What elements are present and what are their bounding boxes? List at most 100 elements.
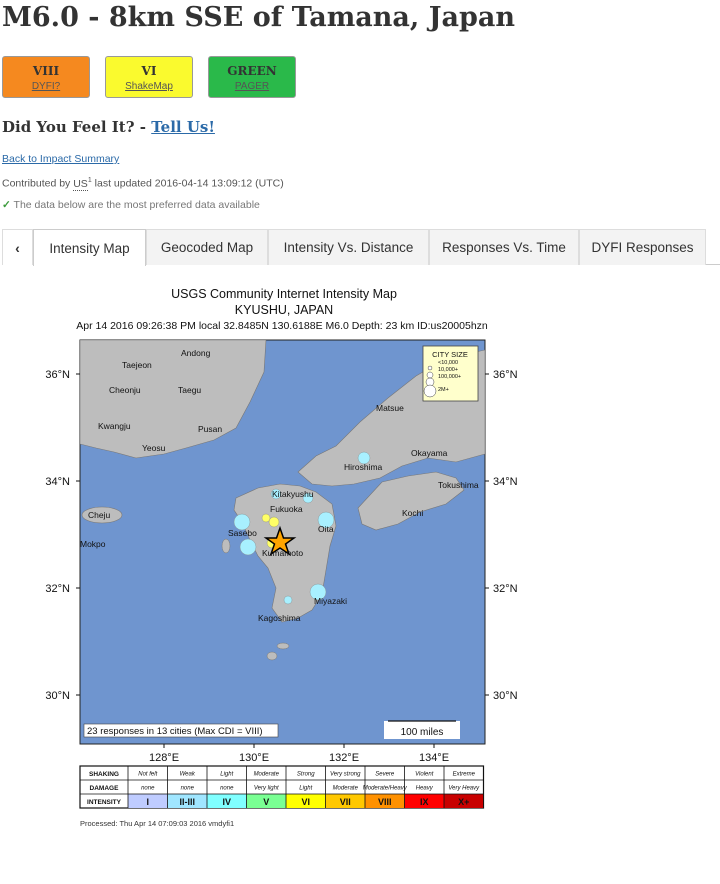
tab-dyfi-responses[interactable]: DYFI Responses (579, 229, 706, 265)
latitude-label-right: 30°N (493, 690, 518, 702)
legend-row-header: DAMAGE (90, 785, 120, 792)
latitude-label-left: 30°N (45, 690, 70, 702)
tab-intensity-vs-distance[interactable]: Intensity Vs. Distance (268, 229, 429, 265)
network-sup: 1 (87, 177, 92, 184)
latitude-label-left: 36°N (45, 369, 70, 381)
city-label: Kitakyushu (272, 489, 314, 499)
tell-us-link[interactable]: Tell Us! (151, 118, 215, 136)
city-size-item: <10,000 (438, 360, 458, 366)
tab-label: Intensity Vs. Distance (283, 240, 414, 255)
legend-cell: Severe (375, 772, 395, 778)
pager-badge[interactable]: GREEN PAGER (208, 56, 296, 98)
city-label: Tokushima (438, 480, 479, 490)
intensity-dot (239, 538, 257, 556)
legend-cell: V (263, 797, 269, 807)
legend-cell: Moderate (254, 772, 280, 778)
map-title: USGS Community Internet Intensity Map (171, 287, 397, 301)
intensity-dot (283, 595, 293, 605)
contributed-line: Contributed by US1 last updated 2016-04-… (2, 177, 284, 191)
legend-cell: Light (220, 772, 233, 778)
city-label: Kumamoto (262, 548, 303, 558)
city-label: Mokpo (80, 539, 106, 549)
tab-responses-vs-time[interactable]: Responses Vs. Time (429, 229, 579, 265)
legend-cell: IX (420, 797, 429, 807)
network-code[interactable]: US (73, 177, 88, 191)
longitude-labels: 128°E 130°E 132°E 134°E (149, 744, 449, 764)
tab-label: Responses Vs. Time (442, 240, 566, 255)
tab-geocoded-map[interactable]: Geocoded Map (146, 229, 268, 265)
latitude-label-left: 34°N (45, 476, 70, 488)
legend-cell: Weak (180, 772, 196, 778)
legend-cell: Not felt (138, 772, 157, 778)
city-label: Cheonju (109, 385, 141, 395)
city-size-item: 100,000+ (438, 374, 461, 380)
legend-cell: none (141, 786, 155, 792)
preferred-text: The data below are the most preferred da… (13, 199, 260, 211)
tab-label: Intensity Map (49, 240, 130, 256)
tab-bar: ‹ Intensity Map Geocoded Map Intensity V… (2, 229, 720, 266)
legend-cell: Very Heavy (448, 786, 480, 792)
dyfi-badge-level: VIII (32, 64, 60, 78)
legend-cell: X+ (458, 797, 469, 807)
city-label: Kwangju (98, 421, 131, 431)
map-region: KYUSHU, JAPAN (235, 303, 333, 317)
legend-cell: none (220, 786, 234, 792)
tab-intensity-map[interactable]: Intensity Map (33, 229, 146, 266)
processed-line: Processed: Thu Apr 14 07:09:03 2016 vmdy… (80, 819, 234, 828)
city-size-legend: CITY SIZE <10,000 10,000+ 100,000+ 2M+ (422, 345, 479, 402)
city-label: Fukuoka (270, 504, 303, 514)
city-label: Yeosu (142, 443, 166, 453)
check-icon: ✓ (2, 199, 11, 211)
legend-cell: II-III (180, 797, 196, 807)
city-label: Kagoshima (258, 613, 301, 623)
shakemap-badge-level: VI (141, 64, 157, 78)
legend-cell: Extreme (453, 772, 476, 778)
tab-label: Geocoded Map (160, 240, 254, 255)
legend-cell: Strong (297, 772, 315, 778)
legend-cell: VI (301, 797, 310, 807)
back-link-row: Back to Impact Summary (2, 153, 119, 165)
city-label: Taejeon (122, 360, 152, 370)
intensity-map-figure: USGS Community Internet Intensity Map KY… (45, 287, 518, 828)
city-label: Taegu (178, 385, 201, 395)
longitude-label: 132°E (329, 752, 359, 764)
latitude-label-right: 34°N (493, 476, 518, 488)
goto-island (221, 538, 231, 554)
intensity-dot (268, 516, 280, 528)
city-label: Matsue (376, 403, 404, 413)
legend-cell: Very light (254, 786, 279, 792)
city-label: Miyazaki (314, 596, 347, 606)
dyfi-heading: Did You Feel It? - Tell Us! (2, 118, 215, 136)
tab-label: DYFI Responses (591, 240, 694, 255)
city-size-item: 10,000+ (438, 367, 458, 373)
tab-scroll-left[interactable]: ‹ (2, 229, 33, 265)
dyfi-question: Did You Feel It? - (2, 118, 146, 136)
city-size-item: 2M+ (438, 387, 449, 393)
city-label: Kochi (402, 508, 423, 518)
city-label: Oita (318, 524, 334, 534)
legend-cell: Moderate (333, 786, 359, 792)
legend-cell: Light (299, 786, 312, 792)
yakushima-island (266, 651, 278, 661)
map-event-line: Apr 14 2016 09:26:38 PM local 32.8485N 1… (76, 320, 488, 332)
latitude-label-right: 36°N (493, 369, 518, 381)
responses-note: 23 responses in 13 cities (Max CDI = VII… (87, 726, 263, 737)
legend-cell: I (146, 797, 149, 807)
intensity-map-panel: USGS Community Internet Intensity Map KY… (36, 272, 548, 884)
longitude-label: 128°E (149, 752, 179, 764)
last-updated: last updated 2016-04-14 13:09:12 (UTC) (94, 177, 284, 190)
longitude-label: 130°E (239, 752, 269, 764)
legend-cell: Violent (415, 772, 434, 778)
tanegashima-island (276, 642, 290, 650)
pager-badge-level: GREEN (227, 64, 277, 78)
dyfi-badge[interactable]: VIII DYFI? (2, 56, 90, 98)
intensity-dot (261, 513, 271, 523)
contributed-prefix: Contributed by (2, 177, 71, 190)
page-title: M6.0 - 8km SSE of Tamana, Japan (2, 2, 515, 33)
legend-row-header: INTENSITY (87, 799, 122, 806)
city-label: Pusan (198, 424, 222, 434)
legend-cell: IV (222, 797, 231, 807)
back-to-impact-summary-link[interactable]: Back to Impact Summary (2, 153, 119, 165)
city-label: Cheju (88, 510, 110, 520)
shakemap-badge[interactable]: VI ShakeMap (105, 56, 193, 98)
